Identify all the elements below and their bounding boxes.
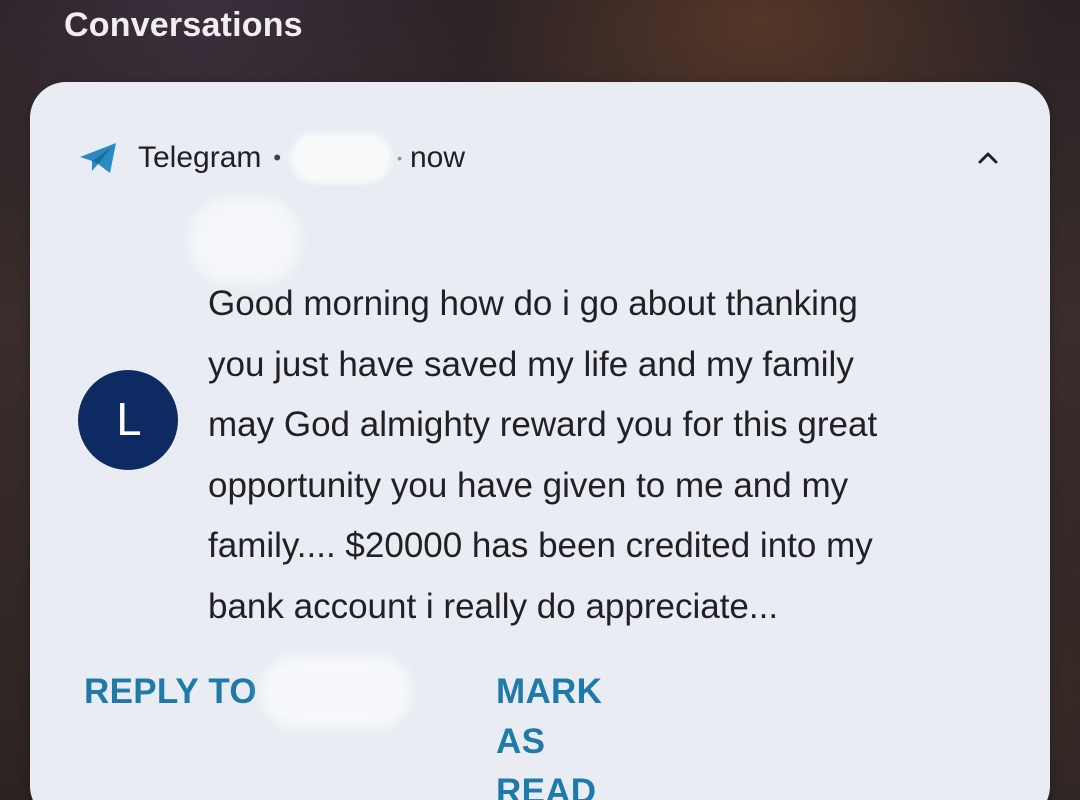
telegram-paper-plane-icon [80,143,116,173]
section-header-conversations: Conversations [64,6,303,44]
message-text: Good morning how do i go about thanking … [208,284,878,626]
redacted-subtext [291,133,392,183]
mark-as-read-button[interactable]: MARK AS READ [496,667,602,800]
redacted-sender-name [190,198,300,284]
notification-actions: REPLY TO MARK AS READ [84,657,602,800]
notification-card[interactable]: Telegram • • now L Good morning how do i… [30,82,1050,800]
reply-button[interactable]: REPLY TO [84,672,257,712]
separator-dot: • [273,145,282,170]
avatar-initial: L [115,394,141,446]
avatar: L [78,370,178,470]
notification-header: Telegram • • now [78,133,466,183]
notification-time: now [410,141,466,174]
redacted-reply-recipient [260,657,411,727]
chevron-up-icon[interactable] [974,144,1002,172]
app-name: Telegram [138,141,262,174]
separator-dot-small: • [397,150,402,166]
